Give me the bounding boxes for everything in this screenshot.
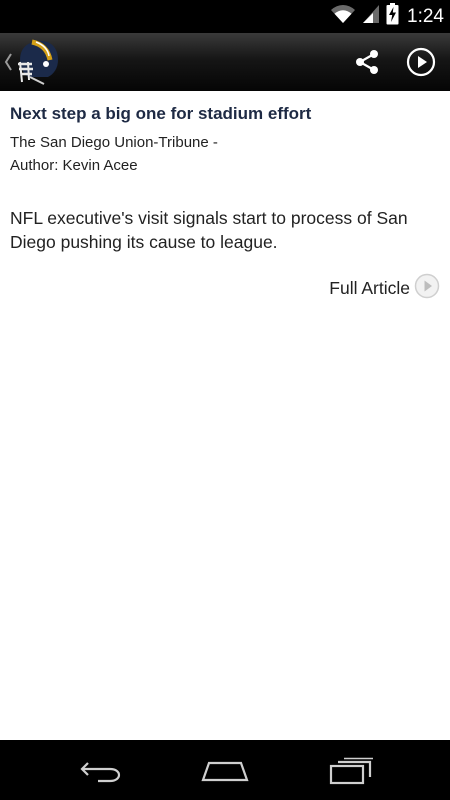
- home-icon[interactable]: [197, 754, 253, 788]
- status-bar: 1:24: [0, 0, 450, 33]
- wifi-icon: [330, 4, 356, 29]
- football-helmet-icon[interactable]: [14, 38, 60, 86]
- status-time: 1:24: [407, 5, 444, 27]
- chevron-left-icon[interactable]: [3, 51, 13, 73]
- full-article-button[interactable]: Full Article: [329, 273, 440, 304]
- share-icon[interactable]: [350, 45, 384, 79]
- full-article-label: Full Article: [329, 277, 410, 298]
- battery-charging-icon: [386, 3, 399, 30]
- play-circle-icon: [414, 273, 440, 304]
- article-summary: NFL executive's visit signals start to p…: [10, 208, 408, 252]
- navigation-bar: [0, 740, 450, 800]
- play-circle-icon[interactable]: [404, 45, 438, 79]
- back-icon[interactable]: [72, 754, 128, 788]
- article-author: Author: Kevin Acee: [10, 157, 138, 174]
- article-source: The San Diego Union-Tribune -: [10, 134, 218, 151]
- recents-icon[interactable]: [323, 754, 379, 788]
- article-content: Next step a big one for stadium effort T…: [0, 91, 450, 740]
- article-title: Next step a big one for stadium effort: [10, 104, 312, 123]
- status-icons: 1:24: [330, 3, 444, 30]
- cell-signal-icon: [362, 4, 380, 29]
- action-bar: [0, 33, 450, 91]
